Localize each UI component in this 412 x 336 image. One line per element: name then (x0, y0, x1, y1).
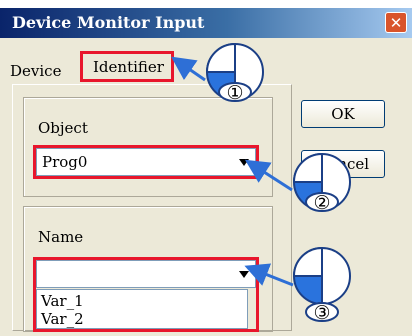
callout-number-3: ③ (313, 302, 330, 324)
callout-bubble-3: ③ (292, 246, 351, 324)
callout-layer: ① ② ③ (171, 42, 351, 324)
arrow-1 (171, 56, 206, 82)
callout-number-1: ① (226, 82, 243, 104)
callout-bubble-1: ① (205, 42, 264, 104)
callout-number-2: ② (313, 192, 330, 214)
arrow-2 (244, 159, 293, 192)
callout-bubble-2: ② (292, 152, 351, 214)
arrow-3 (244, 263, 294, 287)
